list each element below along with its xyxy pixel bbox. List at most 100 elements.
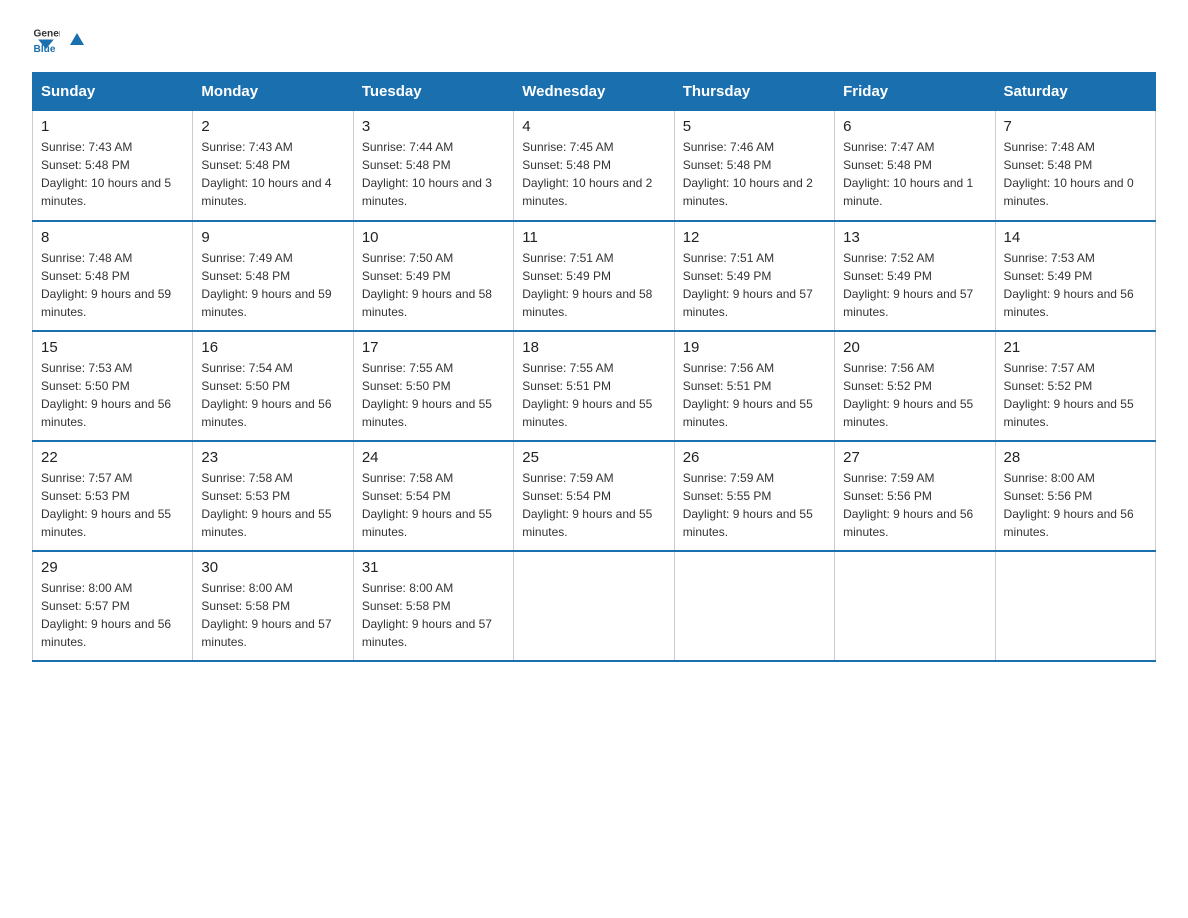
day-info: Sunrise: 8:00 AMSunset: 5:58 PMDaylight:… (362, 579, 505, 651)
day-info: Sunrise: 7:51 AMSunset: 5:49 PMDaylight:… (683, 249, 826, 321)
calendar-table: SundayMondayTuesdayWednesdayThursdayFrid… (32, 72, 1156, 662)
calendar-cell: 22 Sunrise: 7:57 AMSunset: 5:53 PMDayligh… (33, 441, 193, 551)
column-header-friday: Friday (835, 73, 995, 111)
day-info: Sunrise: 7:57 AMSunset: 5:52 PMDaylight:… (1004, 359, 1147, 431)
calendar-cell: 15Sunrise: 7:53 AMSunset: 5:50 PMDayligh… (33, 331, 193, 441)
column-header-wednesday: Wednesday (514, 73, 674, 111)
column-header-thursday: Thursday (674, 73, 834, 111)
calendar-cell: 18Sunrise: 7:55 AMSunset: 5:51 PMDayligh… (514, 331, 674, 441)
day-info: Sunrise: 8:00 AMSunset: 5:58 PMDaylight:… (201, 579, 344, 651)
day-info: Sunrise: 7:44 AMSunset: 5:48 PMDaylight:… (362, 138, 505, 210)
calendar-cell (835, 551, 995, 661)
day-number: 31 (362, 559, 505, 576)
day-number: 22 (41, 449, 184, 466)
calendar-cell: 7 Sunrise: 7:48 AMSunset: 5:48 PMDaylight… (995, 111, 1155, 221)
day-number: 28 (1004, 449, 1147, 466)
calendar-cell: 23Sunrise: 7:58 AMSunset: 5:53 PMDayligh… (193, 441, 353, 551)
column-header-tuesday: Tuesday (353, 73, 513, 111)
day-info: Sunrise: 7:56 AMSunset: 5:52 PMDaylight:… (843, 359, 986, 431)
day-info: Sunrise: 7:47 AMSunset: 5:48 PMDaylight:… (843, 138, 986, 210)
day-number: 5 (683, 118, 826, 135)
day-info: Sunrise: 7:50 AMSunset: 5:49 PMDaylight:… (362, 249, 505, 321)
day-info: Sunrise: 7:48 AMSunset: 5:48 PMDaylight:… (41, 249, 184, 321)
calendar-cell (674, 551, 834, 661)
calendar-week-row: 22 Sunrise: 7:57 AMSunset: 5:53 PMDayligh… (33, 441, 1156, 551)
calendar-cell: 28 Sunrise: 8:00 AMSunset: 5:56 PMDayligh… (995, 441, 1155, 551)
day-number: 8 (41, 229, 184, 246)
day-info: Sunrise: 7:58 AMSunset: 5:54 PMDaylight:… (362, 469, 505, 541)
svg-text:Blue: Blue (34, 44, 56, 52)
day-number: 23 (201, 449, 344, 466)
day-number: 10 (362, 229, 505, 246)
calendar-cell: 2 Sunrise: 7:43 AMSunset: 5:48 PMDaylight… (193, 111, 353, 221)
calendar-cell: 9 Sunrise: 7:49 AMSunset: 5:48 PMDaylight… (193, 221, 353, 331)
logo-triangle-icon (66, 27, 88, 49)
day-info: Sunrise: 8:00 AMSunset: 5:57 PMDaylight:… (41, 579, 184, 651)
column-header-monday: Monday (193, 73, 353, 111)
calendar-cell: 8 Sunrise: 7:48 AMSunset: 5:48 PMDaylight… (33, 221, 193, 331)
logo-icon: General Blue (32, 24, 60, 52)
day-number: 19 (683, 339, 826, 356)
day-info: Sunrise: 7:57 AMSunset: 5:53 PMDaylight:… (41, 469, 184, 541)
day-number: 20 (843, 339, 986, 356)
calendar-cell: 10 Sunrise: 7:50 AMSunset: 5:49 PMDayligh… (353, 221, 513, 331)
day-number: 9 (201, 229, 344, 246)
calendar-cell: 6 Sunrise: 7:47 AMSunset: 5:48 PMDaylight… (835, 111, 995, 221)
calendar-header-row: SundayMondayTuesdayWednesdayThursdayFrid… (33, 73, 1156, 111)
column-header-sunday: Sunday (33, 73, 193, 111)
day-info: Sunrise: 7:49 AMSunset: 5:48 PMDaylight:… (201, 249, 344, 321)
day-info: Sunrise: 8:00 AMSunset: 5:56 PMDaylight:… (1004, 469, 1147, 541)
page-header: General Blue (32, 24, 1156, 52)
day-number: 6 (843, 118, 986, 135)
calendar-cell: 21 Sunrise: 7:57 AMSunset: 5:52 PMDayligh… (995, 331, 1155, 441)
day-number: 3 (362, 118, 505, 135)
calendar-cell: 11 Sunrise: 7:51 AMSunset: 5:49 PMDayligh… (514, 221, 674, 331)
day-info: Sunrise: 7:56 AMSunset: 5:51 PMDaylight:… (683, 359, 826, 431)
day-info: Sunrise: 7:59 AMSunset: 5:54 PMDaylight:… (522, 469, 665, 541)
day-info: Sunrise: 7:43 AMSunset: 5:48 PMDaylight:… (201, 138, 344, 210)
calendar-cell: 30 Sunrise: 8:00 AMSunset: 5:58 PMDayligh… (193, 551, 353, 661)
day-info: Sunrise: 7:53 AMSunset: 5:50 PMDaylight:… (41, 359, 184, 431)
day-number: 4 (522, 118, 665, 135)
calendar-cell: 4 Sunrise: 7:45 AMSunset: 5:48 PMDaylight… (514, 111, 674, 221)
calendar-cell: 20 Sunrise: 7:56 AMSunset: 5:52 PMDayligh… (835, 331, 995, 441)
calendar-cell (514, 551, 674, 661)
day-info: Sunrise: 7:59 AMSunset: 5:55 PMDaylight:… (683, 469, 826, 541)
day-number: 30 (201, 559, 344, 576)
calendar-week-row: 1 Sunrise: 7:43 AMSunset: 5:48 PMDaylight… (33, 111, 1156, 221)
day-info: Sunrise: 7:51 AMSunset: 5:49 PMDaylight:… (522, 249, 665, 321)
calendar-cell: 1 Sunrise: 7:43 AMSunset: 5:48 PMDaylight… (33, 111, 193, 221)
day-number: 26 (683, 449, 826, 466)
day-number: 18 (522, 339, 665, 356)
day-number: 16 (201, 339, 344, 356)
day-number: 12 (683, 229, 826, 246)
day-number: 2 (201, 118, 344, 135)
column-header-saturday: Saturday (995, 73, 1155, 111)
calendar-cell: 24 Sunrise: 7:58 AMSunset: 5:54 PMDayligh… (353, 441, 513, 551)
calendar-cell: 26 Sunrise: 7:59 AMSunset: 5:55 PMDayligh… (674, 441, 834, 551)
day-number: 21 (1004, 339, 1147, 356)
day-number: 13 (843, 229, 986, 246)
calendar-cell: 29 Sunrise: 8:00 AMSunset: 5:57 PMDayligh… (33, 551, 193, 661)
calendar-week-row: 29 Sunrise: 8:00 AMSunset: 5:57 PMDayligh… (33, 551, 1156, 661)
calendar-cell: 14Sunrise: 7:53 AMSunset: 5:49 PMDayligh… (995, 221, 1155, 331)
day-number: 24 (362, 449, 505, 466)
day-number: 7 (1004, 118, 1147, 135)
calendar-cell: 5 Sunrise: 7:46 AMSunset: 5:48 PMDaylight… (674, 111, 834, 221)
calendar-cell: 27Sunrise: 7:59 AMSunset: 5:56 PMDayligh… (835, 441, 995, 551)
day-info: Sunrise: 7:43 AMSunset: 5:48 PMDaylight:… (41, 138, 184, 210)
day-info: Sunrise: 7:45 AMSunset: 5:48 PMDaylight:… (522, 138, 665, 210)
calendar-cell: 19 Sunrise: 7:56 AMSunset: 5:51 PMDayligh… (674, 331, 834, 441)
calendar-cell: 31 Sunrise: 8:00 AMSunset: 5:58 PMDayligh… (353, 551, 513, 661)
day-info: Sunrise: 7:48 AMSunset: 5:48 PMDaylight:… (1004, 138, 1147, 210)
day-number: 29 (41, 559, 184, 576)
day-number: 1 (41, 118, 184, 135)
svg-text:General: General (34, 28, 60, 39)
day-number: 14 (1004, 229, 1147, 246)
calendar-week-row: 8 Sunrise: 7:48 AMSunset: 5:48 PMDaylight… (33, 221, 1156, 331)
day-info: Sunrise: 7:55 AMSunset: 5:50 PMDaylight:… (362, 359, 505, 431)
day-info: Sunrise: 7:46 AMSunset: 5:48 PMDaylight:… (683, 138, 826, 210)
day-number: 11 (522, 229, 665, 246)
calendar-week-row: 15Sunrise: 7:53 AMSunset: 5:50 PMDayligh… (33, 331, 1156, 441)
day-info: Sunrise: 7:52 AMSunset: 5:49 PMDaylight:… (843, 249, 986, 321)
